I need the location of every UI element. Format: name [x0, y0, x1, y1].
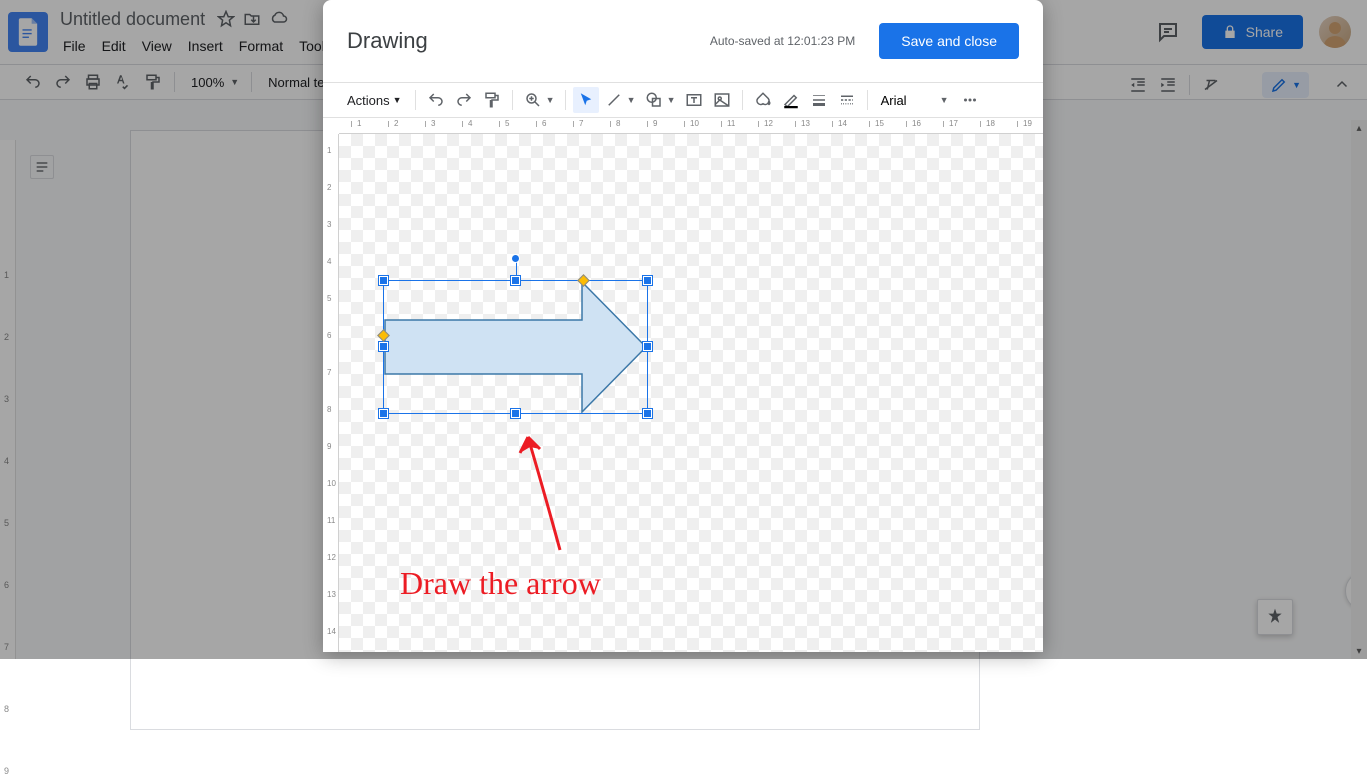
- zoom-dropdown[interactable]: ▼: [520, 87, 558, 113]
- resize-handle-ne[interactable]: [643, 276, 652, 285]
- drawing-dialog: Drawing Auto-saved at 12:01:23 PM Save a…: [323, 0, 1043, 652]
- horizontal-ruler: 12345678910111213141516171819: [339, 118, 1043, 134]
- adjust-handle-2[interactable]: [377, 329, 390, 342]
- drawing-canvas-area: 12345678910111213141516171819 1234567891…: [323, 118, 1043, 652]
- line-tool-dropdown[interactable]: ▼: [601, 87, 639, 113]
- border-weight-icon[interactable]: [806, 87, 832, 113]
- dialog-title: Drawing: [347, 28, 428, 54]
- drawing-toolbar: Actions▼ ▼ ▼ ▼ Arial▼: [323, 82, 1043, 118]
- undo-icon[interactable]: [423, 87, 449, 113]
- resize-handle-e[interactable]: [643, 342, 652, 351]
- fill-color-icon[interactable]: [750, 87, 776, 113]
- shape-tool-dropdown[interactable]: ▼: [641, 87, 679, 113]
- save-and-close-button[interactable]: Save and close: [879, 23, 1019, 59]
- more-icon[interactable]: [957, 87, 983, 113]
- adjust-handle-1[interactable]: [577, 274, 590, 287]
- textbox-icon[interactable]: [681, 87, 707, 113]
- paint-format-icon[interactable]: [479, 87, 505, 113]
- resize-handle-nw[interactable]: [379, 276, 388, 285]
- resize-handle-sw[interactable]: [379, 409, 388, 418]
- resize-handle-n[interactable]: [511, 276, 520, 285]
- autosave-status: Auto-saved at 12:01:23 PM: [710, 34, 855, 48]
- select-tool-icon[interactable]: [573, 87, 599, 113]
- actions-dropdown[interactable]: Actions▼: [341, 93, 408, 108]
- font-dropdown[interactable]: Arial▼: [875, 93, 955, 108]
- shape-selection[interactable]: [383, 280, 648, 414]
- drawing-canvas[interactable]: [339, 134, 1043, 652]
- image-icon[interactable]: [709, 87, 735, 113]
- border-color-icon[interactable]: [778, 87, 804, 113]
- resize-handle-w[interactable]: [379, 342, 388, 351]
- vertical-ruler: 1234567891011121314: [323, 134, 339, 652]
- border-dash-icon[interactable]: [834, 87, 860, 113]
- resize-handle-s[interactable]: [511, 409, 520, 418]
- rotation-handle[interactable]: [511, 254, 520, 263]
- resize-handle-se[interactable]: [643, 409, 652, 418]
- redo-icon[interactable]: [451, 87, 477, 113]
